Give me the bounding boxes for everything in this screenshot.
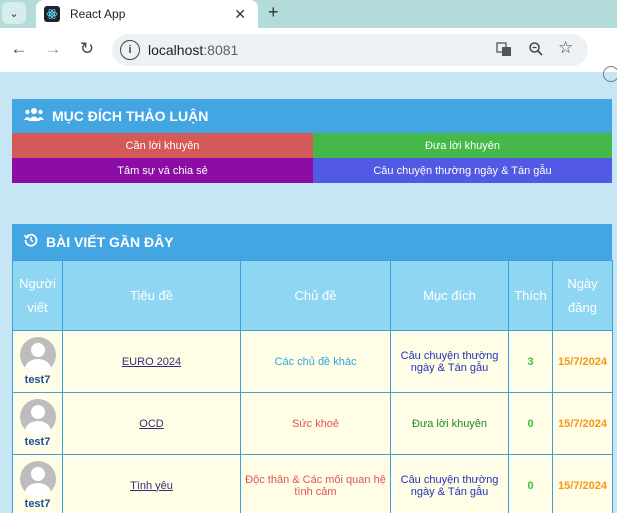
purpose-cell: Đưa lời khuyên — [390, 392, 509, 455]
header-title[interactable]: Tiêu đề — [62, 260, 241, 331]
date-cell: 15/7/2024 — [552, 392, 613, 455]
likes-count: 0 — [527, 479, 534, 492]
history-icon — [23, 233, 38, 251]
avatar[interactable] — [19, 399, 56, 435]
title-cell: EURO 2024 — [62, 330, 241, 393]
header-likes[interactable]: Thích — [508, 260, 553, 331]
browser-tab[interactable]: React App ✕ — [36, 0, 258, 28]
chevron-down-icon: ⌄ — [9, 7, 19, 20]
post-title-link[interactable]: OCD — [139, 418, 163, 430]
likes-cell: 3 — [508, 330, 553, 393]
purpose-text: Đưa lời khuyên — [411, 417, 488, 430]
purpose-button[interactable]: Đưa lời khuyên — [313, 133, 612, 158]
address-bar[interactable]: i localhost:8081 ☆ — [112, 34, 588, 66]
likes-cell: 0 — [508, 392, 553, 455]
author-name[interactable]: test7 — [25, 374, 51, 386]
zoom-icon[interactable] — [528, 41, 544, 60]
post-title-link[interactable]: Tình yêu — [130, 480, 173, 492]
author-name[interactable]: test7 — [25, 436, 51, 448]
header-purpose[interactable]: Mục đích — [390, 260, 509, 331]
purpose-title: MỤC ĐÍCH THẢO LUẬN — [52, 108, 209, 124]
post-date: 15/7/2024 — [558, 417, 607, 430]
purpose-cell: Câu chuyện thường ngày & Tán gẫu — [390, 454, 509, 513]
purpose-panel: MỤC ĐÍCH THẢO LUẬN Cần lời khuyên Đưa lời… — [12, 99, 612, 183]
reload-icon[interactable]: ↻ — [76, 38, 98, 60]
purpose-button[interactable]: Tâm sự và chia sẻ — [12, 158, 313, 183]
date-cell: 15/7/2024 — [552, 330, 613, 393]
title-cell: OCD — [62, 392, 241, 455]
likes-cell: 0 — [508, 454, 553, 513]
topic-cell: Các chủ đề khác — [240, 330, 391, 393]
back-arrow-icon[interactable]: ← — [8, 38, 30, 60]
header-author[interactable]: Người viết — [12, 260, 63, 331]
header-date[interactable]: Ngày đăng — [552, 260, 613, 331]
likes-count: 3 — [527, 355, 534, 368]
table-row[interactable]: test7 EURO 2024 Các chủ đề khác Câu chuyện … — [12, 330, 613, 393]
tab-title: React App — [70, 7, 126, 21]
purpose-text: Câu chuyện thường ngày & Tán gẫu — [400, 473, 499, 498]
author-cell: test7 — [12, 330, 63, 393]
react-icon — [44, 6, 60, 22]
recent-posts-panel: BÀI VIẾT GẦN ĐÂY Người viết Tiêu đề Chủ … — [12, 224, 613, 513]
topic-cell: Độc thân & Các mối quan hệ tình cảm — [240, 454, 391, 513]
purpose-cell: Câu chuyện thường ngày & Tán gẫu — [390, 330, 509, 393]
tab-search-button[interactable]: ⌄ — [2, 2, 26, 24]
table-header-row: Người viết Tiêu đề Chủ đề Mục đích Thích… — [12, 260, 613, 331]
author-cell: test7 — [12, 392, 63, 455]
posts-table: Người viết Tiêu đề Chủ đề Mục đích Thích… — [12, 260, 613, 513]
translate-icon[interactable] — [496, 41, 512, 60]
title-cell: Tình yêu — [62, 454, 241, 513]
browser-toolbar: ← → ↻ i localhost:8081 ☆ — [0, 28, 617, 82]
purpose-panel-header: MỤC ĐÍCH THẢO LUẬN — [12, 99, 612, 133]
table-row[interactable]: test7 Tình yêu Độc thân & Các mối quan hệ … — [12, 454, 613, 513]
topic-cell: Sức khoẻ — [240, 392, 391, 455]
topic-text: Các chủ đề khác — [274, 355, 357, 368]
post-date: 15/7/2024 — [558, 479, 607, 492]
purpose-buttons: Cần lời khuyên Đưa lời khuyên Tâm sự và ch… — [12, 133, 612, 183]
bookmark-star-icon[interactable]: ☆ — [558, 38, 573, 58]
recent-title: BÀI VIẾT GẦN ĐÂY — [46, 234, 174, 250]
purpose-button[interactable]: Cần lời khuyên — [12, 133, 313, 158]
extension-icon[interactable] — [603, 66, 617, 82]
author-cell: test7 — [12, 454, 63, 513]
post-date: 15/7/2024 — [558, 355, 607, 368]
purpose-button[interactable]: Câu chuyện thường ngày & Tán gẫu — [313, 158, 612, 183]
post-title-link[interactable]: EURO 2024 — [122, 356, 181, 368]
likes-count: 0 — [527, 417, 534, 430]
tab-bar: ⌄ React App ✕ + — [0, 0, 617, 28]
topic-text: Độc thân & Các mối quan hệ tình cảm — [245, 473, 386, 498]
topic-text: Sức khoẻ — [291, 417, 340, 430]
close-tab-icon[interactable]: ✕ — [234, 6, 246, 23]
purpose-text: Câu chuyện thường ngày & Tán gẫu — [400, 349, 499, 374]
url-text: localhost:8081 — [148, 42, 239, 58]
date-cell: 15/7/2024 — [552, 454, 613, 513]
avatar[interactable] — [19, 461, 56, 497]
forward-arrow-icon[interactable]: → — [42, 38, 64, 60]
recent-posts-header: BÀI VIẾT GẦN ĐÂY — [12, 224, 612, 260]
users-icon — [24, 107, 44, 125]
author-name[interactable]: test7 — [25, 498, 51, 510]
avatar[interactable] — [19, 337, 56, 373]
header-topic[interactable]: Chủ đề — [240, 260, 391, 331]
table-row[interactable]: test7 OCD Sức khoẻ Đưa lời khuyên 0 15/7/2024 — [12, 392, 613, 455]
new-tab-icon[interactable]: + — [268, 2, 279, 23]
site-info-icon[interactable]: i — [120, 40, 140, 60]
